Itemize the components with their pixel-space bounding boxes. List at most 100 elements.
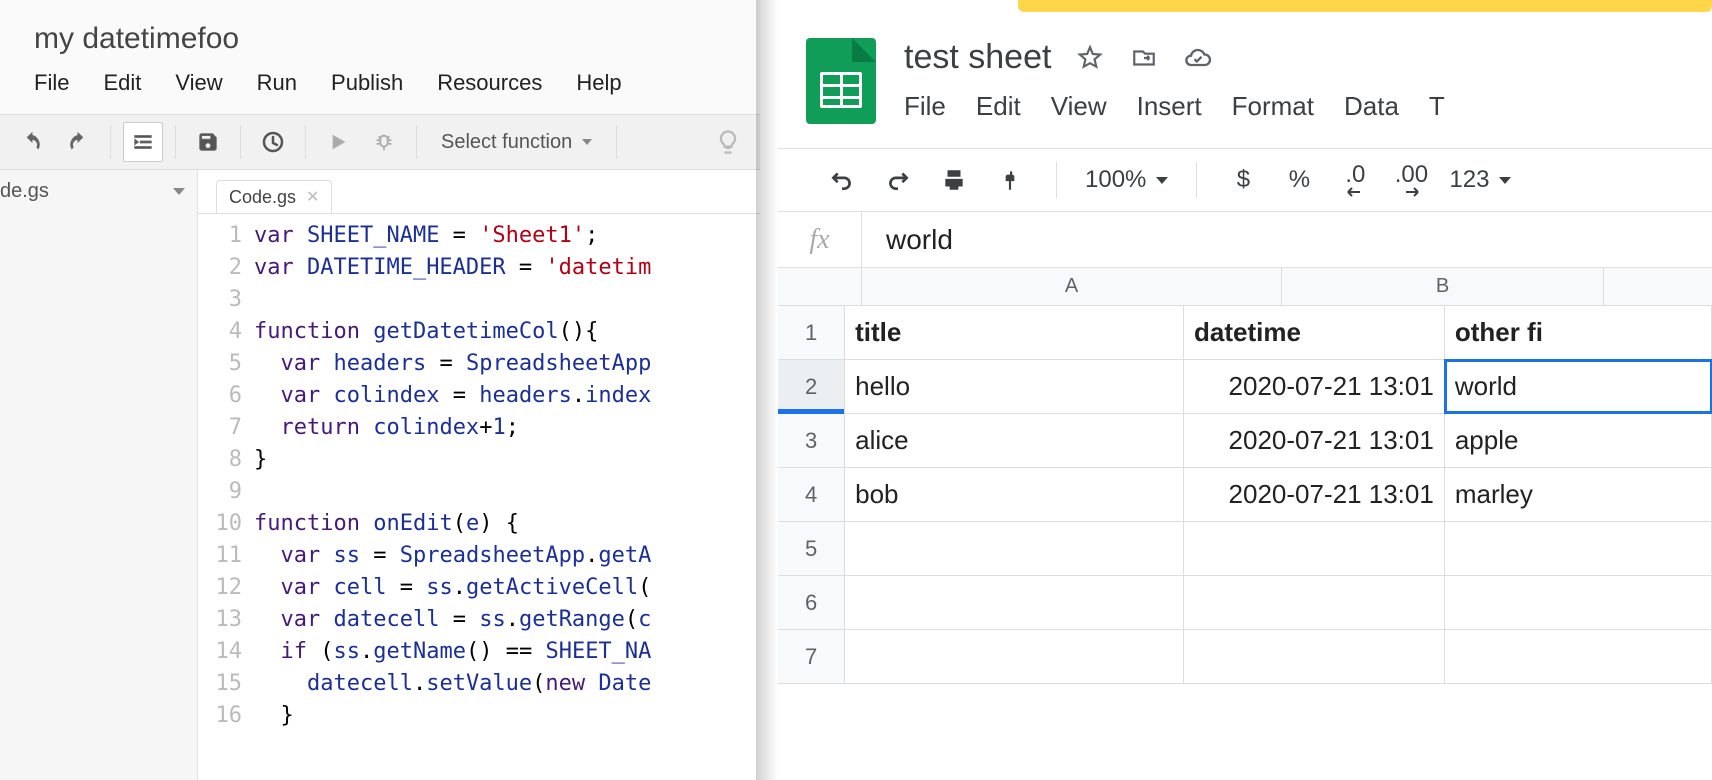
- cell[interactable]: title: [845, 306, 1184, 359]
- table-row: 3alice2020-07-21 13:01apple: [778, 414, 1712, 468]
- row-header[interactable]: 3: [778, 414, 845, 467]
- cell[interactable]: 2020-07-21 13:01: [1184, 414, 1445, 467]
- sheets-menu-file[interactable]: File: [904, 91, 946, 122]
- file-item[interactable]: de.gs: [0, 170, 197, 213]
- triggers-button[interactable]: [253, 122, 293, 162]
- row-header[interactable]: 1: [778, 306, 845, 359]
- row-header[interactable]: 4: [778, 468, 845, 521]
- apps-script-editor: my datetimefoo File Edit View Run Publis…: [0, 0, 760, 780]
- code-text[interactable]: var SHEET_NAME = 'Sheet1';var DATETIME_H…: [254, 220, 760, 732]
- cell[interactable]: marley: [1445, 468, 1712, 521]
- increase-decimal-button[interactable]: .00: [1393, 162, 1429, 198]
- table-row: 7: [778, 630, 1712, 684]
- table-row: 2hello2020-07-21 13:01world: [778, 360, 1712, 414]
- more-formats-button[interactable]: 123: [1449, 166, 1511, 194]
- redo-button[interactable]: [58, 122, 98, 162]
- cloud-saved-icon[interactable]: [1183, 43, 1213, 73]
- hint-bulb-icon[interactable]: [708, 122, 748, 162]
- menu-file[interactable]: File: [34, 70, 69, 96]
- close-icon[interactable]: ✕: [306, 187, 319, 207]
- row-header[interactable]: 5: [778, 522, 845, 575]
- redo-button[interactable]: [880, 162, 916, 198]
- cell[interactable]: [845, 576, 1184, 629]
- menu-view[interactable]: View: [175, 70, 222, 96]
- star-icon[interactable]: [1075, 43, 1105, 73]
- sheets-toolbar: 100% $ % .0 .00 123: [778, 148, 1712, 212]
- sheets-titlebar: test sheet File Edit View Insert Format …: [904, 38, 1712, 122]
- info-bar: [1018, 0, 1712, 12]
- cell[interactable]: [1445, 522, 1712, 575]
- print-button[interactable]: [936, 162, 972, 198]
- spreadsheet-grid[interactable]: A B 1titledatetimeother fi2hello2020-07-…: [778, 268, 1712, 684]
- project-title[interactable]: my datetimefoo: [0, 0, 760, 70]
- paint-format-button[interactable]: [992, 162, 1028, 198]
- cell[interactable]: [845, 630, 1184, 683]
- separator: [416, 125, 417, 159]
- column-header-b[interactable]: B: [1282, 268, 1604, 305]
- cell[interactable]: [845, 522, 1184, 575]
- row-header[interactable]: 2: [778, 360, 845, 413]
- separator: [616, 125, 617, 159]
- zoom-selector[interactable]: 100%: [1085, 166, 1168, 194]
- code-tab[interactable]: Code.gs ✕: [216, 180, 332, 213]
- indent-button[interactable]: [123, 122, 163, 162]
- formula-bar: fx world: [778, 212, 1712, 268]
- run-button[interactable]: [318, 122, 358, 162]
- menu-help[interactable]: Help: [576, 70, 621, 96]
- cell[interactable]: apple: [1445, 414, 1712, 467]
- cell[interactable]: world: [1445, 360, 1712, 413]
- sheets-menu-view[interactable]: View: [1051, 91, 1107, 122]
- currency-button[interactable]: $: [1225, 162, 1261, 198]
- column-header-a[interactable]: A: [862, 268, 1282, 305]
- table-row: 4bob2020-07-21 13:01marley: [778, 468, 1712, 522]
- menu-run[interactable]: Run: [257, 70, 297, 96]
- code-scroll[interactable]: 12345678910111213141516 var SHEET_NAME =…: [198, 214, 760, 732]
- function-selector-label: Select function: [441, 131, 572, 154]
- cell[interactable]: hello: [845, 360, 1184, 413]
- code-area: Code.gs ✕ 12345678910111213141516 var SH…: [198, 170, 760, 780]
- function-selector[interactable]: Select function: [429, 131, 604, 154]
- cell[interactable]: 2020-07-21 13:01: [1184, 360, 1445, 413]
- sheets-logo-icon[interactable]: [806, 38, 876, 124]
- row-header[interactable]: 7: [778, 630, 845, 683]
- cell[interactable]: [1184, 630, 1445, 683]
- sheets-menu-edit[interactable]: Edit: [976, 91, 1021, 122]
- undo-button[interactable]: [824, 162, 860, 198]
- title-row: test sheet: [904, 38, 1712, 77]
- cell[interactable]: [1184, 576, 1445, 629]
- undo-button[interactable]: [12, 122, 52, 162]
- percent-button[interactable]: %: [1281, 162, 1317, 198]
- column-headers: A B: [778, 268, 1712, 306]
- sheets-menu-insert[interactable]: Insert: [1137, 91, 1202, 122]
- formula-input[interactable]: world: [862, 224, 1712, 256]
- move-icon[interactable]: [1129, 43, 1159, 73]
- decrease-decimal-button[interactable]: .0: [1337, 162, 1373, 198]
- separator: [1056, 162, 1057, 198]
- debug-button[interactable]: [364, 122, 404, 162]
- sheets-menu-data[interactable]: Data: [1344, 91, 1399, 122]
- editor-toolbar: Select function: [0, 114, 760, 170]
- row-header[interactable]: 6: [778, 576, 845, 629]
- zoom-value: 100%: [1085, 166, 1146, 194]
- cell[interactable]: [1445, 630, 1712, 683]
- spreadsheet-title[interactable]: test sheet: [904, 38, 1051, 77]
- cell[interactable]: 2020-07-21 13:01: [1184, 468, 1445, 521]
- select-all-corner[interactable]: [778, 268, 862, 305]
- menu-resources[interactable]: Resources: [437, 70, 542, 96]
- sheets-menu-format[interactable]: Format: [1232, 91, 1314, 122]
- cell[interactable]: [1184, 522, 1445, 575]
- menu-edit[interactable]: Edit: [103, 70, 141, 96]
- cell[interactable]: bob: [845, 468, 1184, 521]
- cell[interactable]: [1445, 576, 1712, 629]
- separator: [110, 125, 111, 159]
- fx-icon[interactable]: fx: [778, 212, 862, 268]
- line-gutter: 12345678910111213141516: [198, 220, 254, 732]
- more-formats-label: 123: [1449, 166, 1489, 194]
- sheets-menu-truncated[interactable]: T: [1429, 91, 1445, 122]
- menu-publish[interactable]: Publish: [331, 70, 403, 96]
- chevron-down-icon: [582, 139, 592, 145]
- cell[interactable]: other fi: [1445, 306, 1712, 359]
- cell[interactable]: alice: [845, 414, 1184, 467]
- save-button[interactable]: [188, 122, 228, 162]
- cell[interactable]: datetime: [1184, 306, 1445, 359]
